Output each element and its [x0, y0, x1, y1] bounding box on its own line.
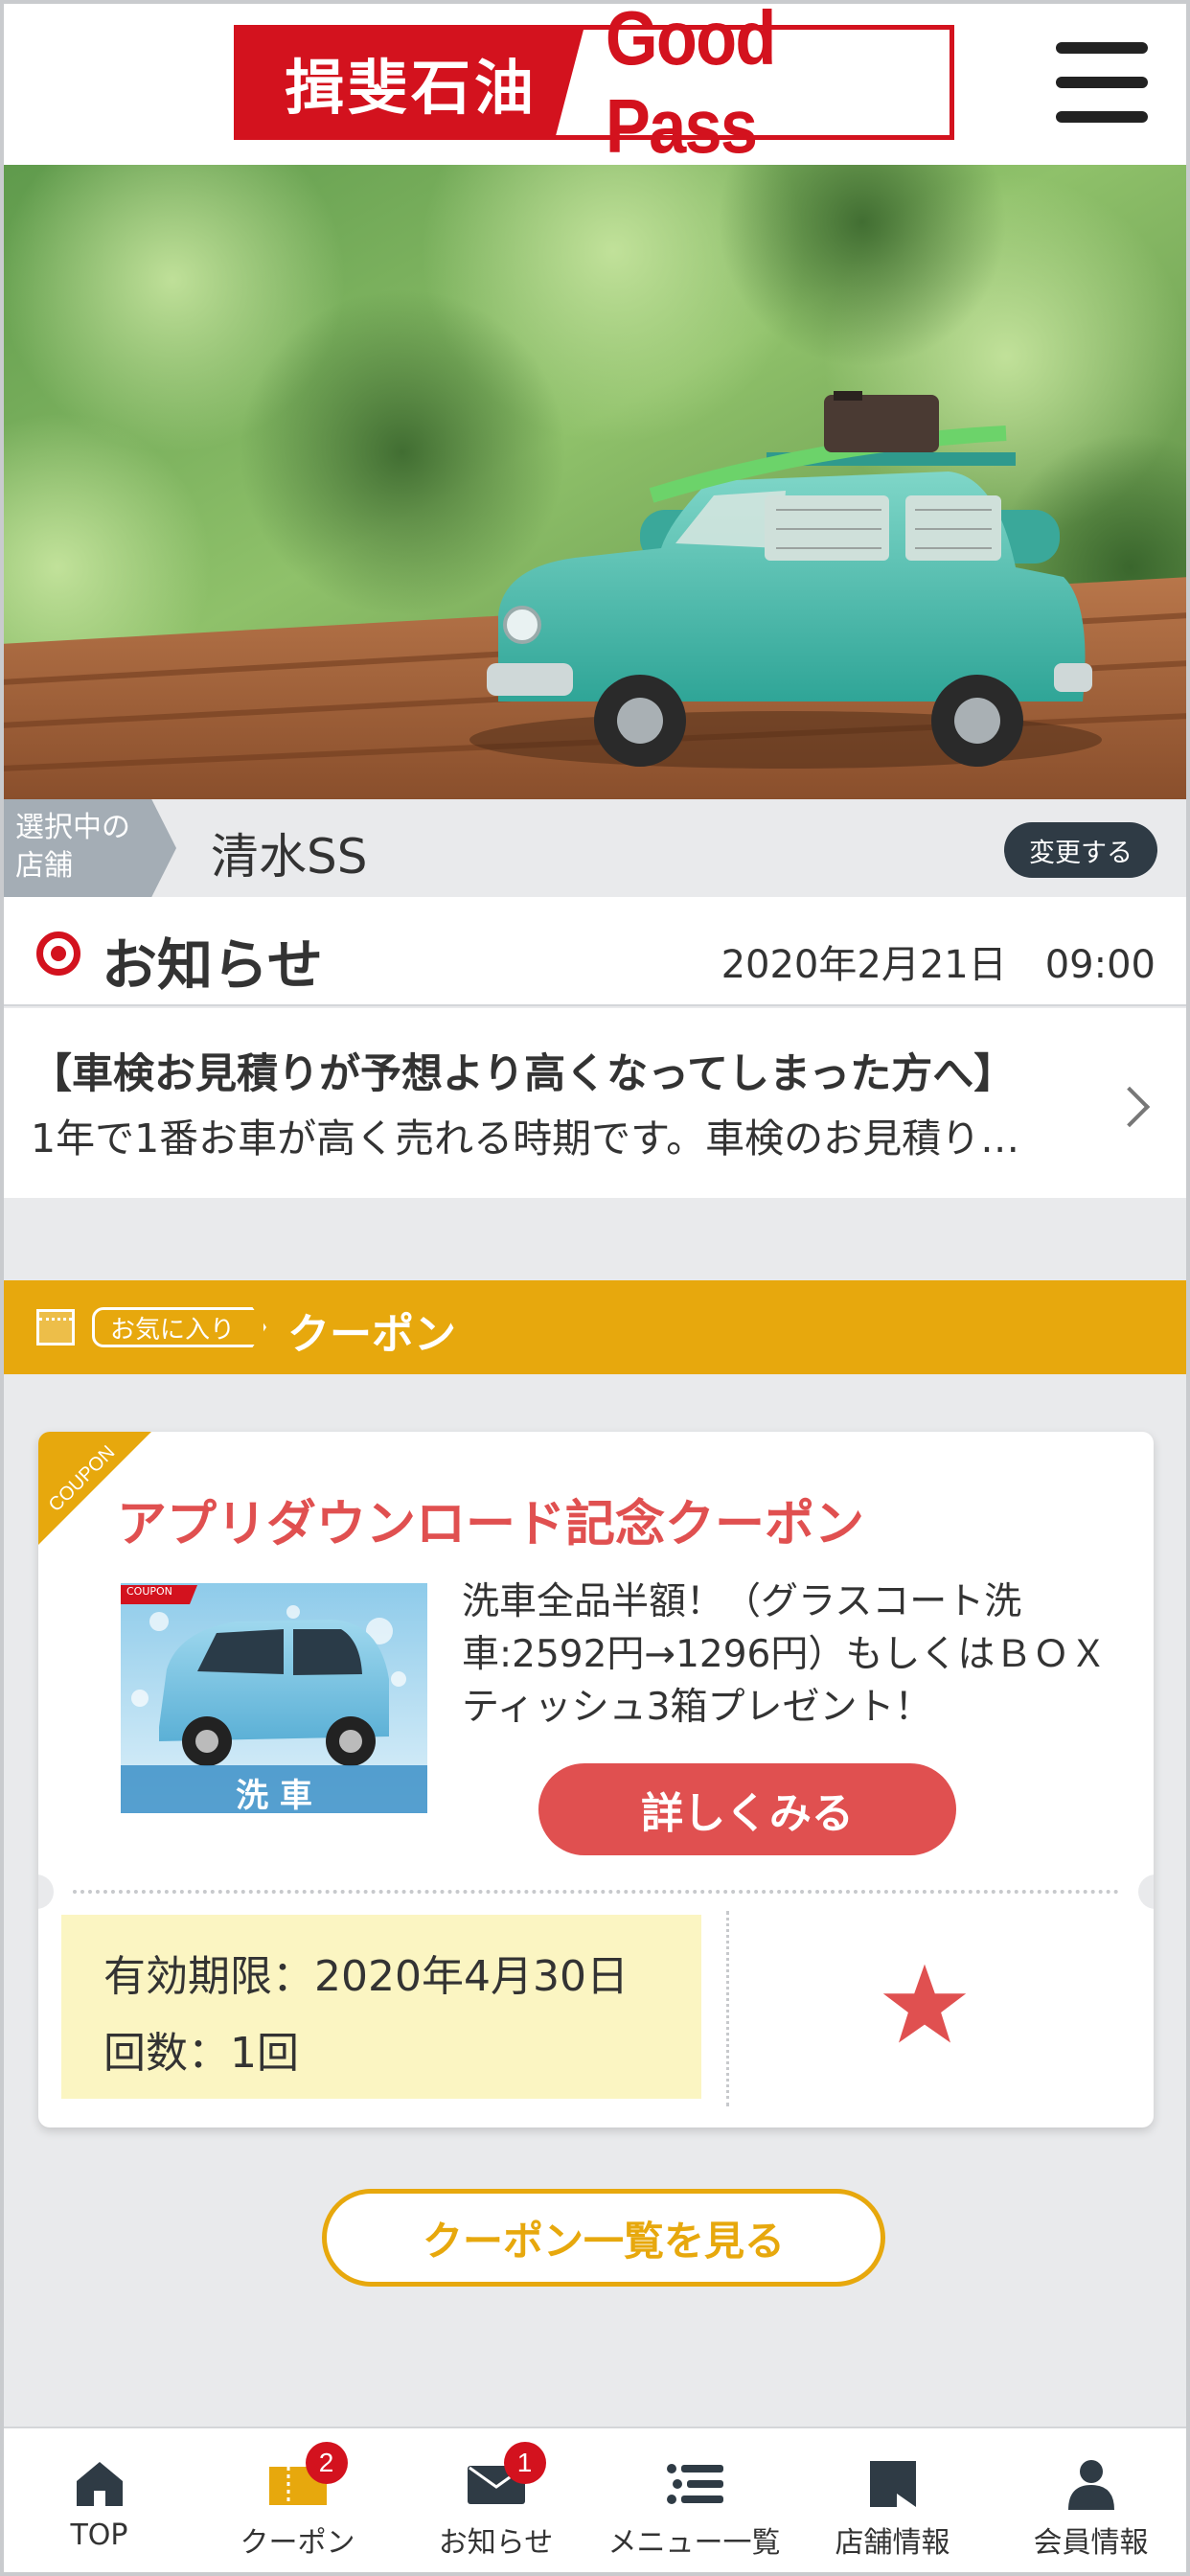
- notice-item[interactable]: 【車検お見積りが予想より高くなってしまった方へ】 1年で1番お車が高く売れる時期…: [0, 1008, 1190, 1198]
- star-icon[interactable]: [881, 1961, 968, 2047]
- tab-label: メニュー一覧: [607, 2526, 781, 2560]
- coupon-badge: 2: [305, 2442, 348, 2484]
- card-divider: [73, 1890, 1119, 1894]
- logo-japanese: 揖斐石油: [239, 30, 584, 135]
- notice-badge: 1: [503, 2442, 546, 2484]
- toy-car-photo: [0, 165, 1190, 799]
- tab-label: 店舗情報: [835, 2526, 950, 2560]
- store-tag-line2: 店舗: [15, 849, 73, 883]
- tab-label: クーポン: [240, 2526, 355, 2560]
- app-logo[interactable]: 揖斐石油 Good Pass: [234, 0, 954, 169]
- coupon-expiry: 有効期限：2020年4月30日: [103, 1952, 629, 2001]
- notice-date: 2020年2月21日 09:00: [721, 943, 1156, 987]
- coupon-list-button[interactable]: クーポン一覧を見る: [322, 2189, 885, 2287]
- coupon-section-title: クーポン: [287, 1310, 456, 1359]
- bottom-tab-bar: TOP 2 クーポン 1 お知らせ メニュー一覧 店舗情報 会員情報: [0, 2426, 1190, 2576]
- coupon-usage-count: 回数：1回: [103, 2029, 299, 2078]
- tab-label: お知らせ: [438, 2526, 554, 2560]
- target-icon: [36, 932, 80, 976]
- store-icon: [864, 2457, 922, 2511]
- mail-icon: 1: [467, 2442, 546, 2511]
- coupon-description: 洗車全品半額！（グラスコート洗車:2592円→1296円）もしくはＢＯＸティッシ…: [462, 1580, 1108, 1729]
- coupon-icon: 2: [268, 2442, 348, 2511]
- coupon-terms: 有効期限：2020年4月30日 回数：1回: [61, 1915, 701, 2099]
- coupon-image-badge: COUPON: [126, 1585, 172, 1598]
- coupon-image: COUPON 洗 車: [121, 1583, 427, 1813]
- menu-icon[interactable]: [1056, 42, 1148, 123]
- logo-english: Good Pass: [605, 0, 776, 169]
- tab-menu-list[interactable]: メニュー一覧: [595, 2428, 793, 2576]
- list-icon: [666, 2457, 723, 2511]
- selected-store-tag: 選択中の 店舗: [0, 799, 176, 897]
- tab-notice[interactable]: 1 お知らせ: [397, 2428, 595, 2576]
- change-store-button[interactable]: 変更する: [1004, 822, 1157, 878]
- card-vertical-divider: [726, 1911, 729, 2106]
- selected-store-bar: 選択中の 店舗 清水SS 変更する: [0, 799, 1190, 897]
- card-notch-left: [38, 1874, 54, 1909]
- home-icon: [71, 2457, 128, 2511]
- coupon-image-caption: 洗 車: [236, 1777, 312, 1813]
- coupon-card[interactable]: COUPON アプリダウンロード記念クーポン COUPON 洗 車 洗車全品半額…: [38, 1432, 1154, 2128]
- app-header: 揖斐石油 Good Pass: [0, 0, 1190, 169]
- coupon-detail-button[interactable]: 詳しくみる: [538, 1763, 956, 1855]
- tab-store-info[interactable]: 店舗情報: [793, 2428, 992, 2576]
- tab-label: 会員情報: [1033, 2526, 1149, 2560]
- favorite-tag: お気に入り: [92, 1307, 267, 1347]
- notice-headline: 【車検お見積りが予想より高くなってしまった方へ】: [31, 1050, 1016, 1098]
- notice-summary: 1年で1番お車が高く売れる時期です。車検のお見積り…: [31, 1116, 1020, 1162]
- store-tag-line1: 選択中の: [15, 811, 130, 844]
- person-icon: [1063, 2457, 1120, 2511]
- coupon-section-header: お気に入り クーポン: [0, 1280, 1190, 1374]
- tab-label: TOP: [70, 2518, 128, 2552]
- coupon-title: アプリダウンロード記念クーポン: [117, 1496, 865, 1553]
- notice-title: お知らせ: [102, 932, 323, 998]
- chevron-right-icon: [1109, 1086, 1151, 1128]
- store-name: 清水SS: [211, 829, 368, 885]
- tab-member-info[interactable]: 会員情報: [992, 2428, 1190, 2576]
- coupon-ticket-icon: [36, 1309, 75, 1346]
- tab-coupon[interactable]: 2 クーポン: [198, 2428, 397, 2576]
- hero-image: [0, 165, 1190, 799]
- card-notch-right: [1138, 1874, 1154, 1909]
- tab-top[interactable]: TOP: [0, 2428, 198, 2576]
- notice-header: お知らせ 2020年2月21日 09:00: [0, 897, 1190, 1006]
